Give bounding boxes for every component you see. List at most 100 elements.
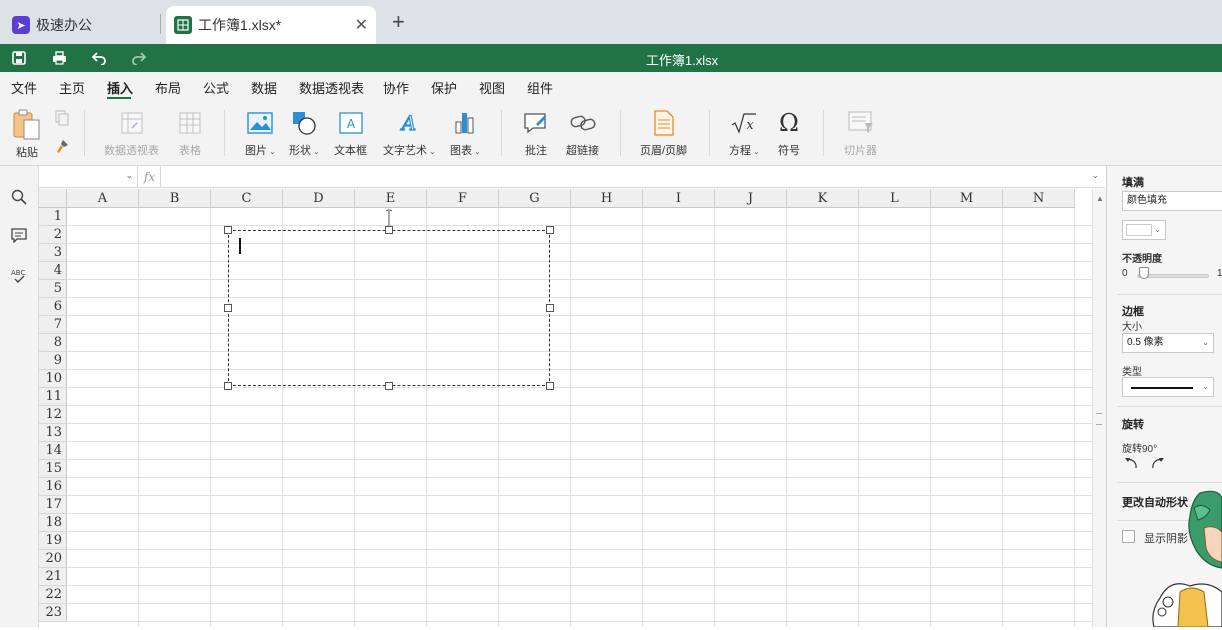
textbox-button[interactable]: A 文本框 [334, 108, 367, 158]
column-header-m[interactable]: M [931, 189, 1003, 208]
menu-formula[interactable]: 公式 [203, 78, 229, 97]
fx-icon[interactable]: fx [139, 166, 161, 188]
resize-handle-w[interactable] [224, 304, 232, 312]
menu-view[interactable]: 视图 [479, 78, 505, 97]
resize-handle-nw[interactable] [224, 226, 232, 234]
row-header-6[interactable]: 6 [39, 298, 67, 316]
row-header-9[interactable]: 9 [39, 352, 67, 370]
comment-button[interactable]: 批注 [523, 108, 549, 158]
chart-button[interactable]: 图表 ⌄ [450, 108, 481, 158]
column-header-g[interactable]: G [499, 189, 571, 208]
row-header-7[interactable]: 7 [39, 316, 67, 334]
column-header-f[interactable]: F [427, 189, 499, 208]
resize-handle-ne[interactable] [546, 226, 554, 234]
column-header-e[interactable]: E [355, 189, 427, 208]
row-header-11[interactable]: 11 [39, 388, 67, 406]
row-header-13[interactable]: 13 [39, 424, 67, 442]
menu-data[interactable]: 数据 [251, 78, 277, 97]
scrollbar-grip[interactable] [1096, 413, 1102, 425]
menu-pivot[interactable]: 数据透视表 [299, 78, 364, 97]
row-header-16[interactable]: 16 [39, 478, 67, 496]
column-header-c[interactable]: C [211, 189, 283, 208]
rotate-left-icon[interactable] [1124, 457, 1138, 472]
row-header-20[interactable]: 20 [39, 550, 67, 568]
shadow-checkbox[interactable] [1122, 530, 1135, 543]
column-header-d[interactable]: D [283, 189, 355, 208]
row-header-22[interactable]: 22 [39, 586, 67, 604]
grid-column-line [570, 208, 571, 627]
column-header-k[interactable]: K [787, 189, 859, 208]
resize-handle-sw[interactable] [224, 382, 232, 390]
spreadsheet-grid[interactable]: ABCDEFGHIJKLMN 1 2 3 4 5 6 7 8 9 10 11 12 13 14 15 16 17… [39, 189, 1092, 627]
table-button[interactable]: 表格 [178, 108, 202, 158]
row-header-15[interactable]: 15 [39, 460, 67, 478]
row-header-5[interactable]: 5 [39, 280, 67, 298]
row-header-12[interactable]: 12 [39, 406, 67, 424]
paste-button[interactable]: 粘贴 [12, 109, 42, 160]
border-size-select[interactable]: 0.5 像素 ⌄ [1122, 333, 1214, 353]
row-header-4[interactable]: 4 [39, 262, 67, 280]
close-icon[interactable]: ✕ [355, 15, 368, 35]
resize-handle-s[interactable] [385, 382, 393, 390]
name-box[interactable]: ⌄ [39, 166, 138, 188]
row-header-21[interactable]: 21 [39, 568, 67, 586]
column-header-l[interactable]: L [859, 189, 931, 208]
resize-handle-se[interactable] [546, 382, 554, 390]
row-header-3[interactable]: 3 [39, 244, 67, 262]
chevron-down-icon[interactable]: ⌄ [1091, 170, 1099, 181]
new-tab-button[interactable]: + [392, 11, 405, 33]
menu-insert[interactable]: 插入 [107, 78, 133, 97]
equation-button[interactable]: x 方程 ⌄ [729, 108, 760, 158]
format-painter-button[interactable] [54, 138, 70, 157]
menu-file[interactable]: 文件 [11, 78, 37, 97]
column-header-n[interactable]: N [1003, 189, 1075, 208]
comment-icon[interactable] [10, 226, 28, 244]
resize-handle-e[interactable] [546, 304, 554, 312]
header-footer-button[interactable]: 页眉/页脚 [640, 108, 687, 158]
vertical-scrollbar[interactable]: ▲ [1092, 189, 1106, 627]
opacity-slider-thumb[interactable] [1139, 267, 1149, 279]
row-header-23[interactable]: 23 [39, 604, 67, 622]
menu-collaborate[interactable]: 协作 [383, 78, 409, 97]
row-header-10[interactable]: 10 [39, 370, 67, 388]
column-header-b[interactable]: B [139, 189, 211, 208]
tab-speed-office[interactable]: ➤ 极速办公 [4, 6, 160, 44]
row-header-8[interactable]: 8 [39, 334, 67, 352]
textbox-shape[interactable] [224, 209, 554, 390]
row-header-18[interactable]: 18 [39, 514, 67, 532]
image-button[interactable]: 图片 ⌄ [245, 108, 276, 158]
wordart-button[interactable]: A 文字艺术 ⌄ [383, 108, 436, 158]
column-header-a[interactable]: A [67, 189, 139, 208]
rotate-right-icon[interactable] [1151, 457, 1165, 472]
column-header-j[interactable]: J [715, 189, 787, 208]
hyperlink-button[interactable]: 超链接 [566, 108, 599, 158]
fill-type-select[interactable]: 颜色填充 [1122, 191, 1222, 211]
column-header-h[interactable]: H [571, 189, 643, 208]
menu-home[interactable]: 主页 [59, 78, 85, 97]
row-header-1[interactable]: 1 [39, 208, 67, 226]
shape-button[interactable]: 形状 ⌄ [289, 108, 320, 158]
rotate-handle[interactable] [385, 209, 393, 227]
search-icon[interactable] [10, 188, 28, 206]
row-header-2[interactable]: 2 [39, 226, 67, 244]
scroll-up-icon[interactable]: ▲ [1096, 194, 1104, 203]
fill-color-picker[interactable]: ⌄ [1122, 220, 1166, 240]
spellcheck-icon[interactable]: ABC [10, 266, 28, 284]
pivot-table-button[interactable]: 数据透视表 [104, 108, 159, 158]
select-all-corner[interactable] [39, 189, 67, 208]
copy-button[interactable] [54, 110, 70, 129]
row-header-19[interactable]: 19 [39, 532, 67, 550]
resize-handle-n[interactable] [385, 226, 393, 234]
slicer-button[interactable]: 切片器 [844, 108, 877, 158]
menu-protect[interactable]: 保护 [431, 78, 457, 97]
row-header-14[interactable]: 14 [39, 442, 67, 460]
symbol-button[interactable]: Ω 符号 [778, 108, 800, 158]
menu-components[interactable]: 组件 [527, 78, 553, 97]
border-type-select[interactable]: ⌄ [1122, 377, 1214, 397]
chevron-down-icon[interactable]: ⌄ [125, 170, 133, 181]
menu-layout[interactable]: 布局 [155, 78, 181, 97]
formula-input[interactable] [162, 166, 1085, 188]
tab-workbook[interactable]: 工作簿1.xlsx* ✕ [166, 6, 376, 44]
column-header-i[interactable]: I [643, 189, 715, 208]
row-header-17[interactable]: 17 [39, 496, 67, 514]
